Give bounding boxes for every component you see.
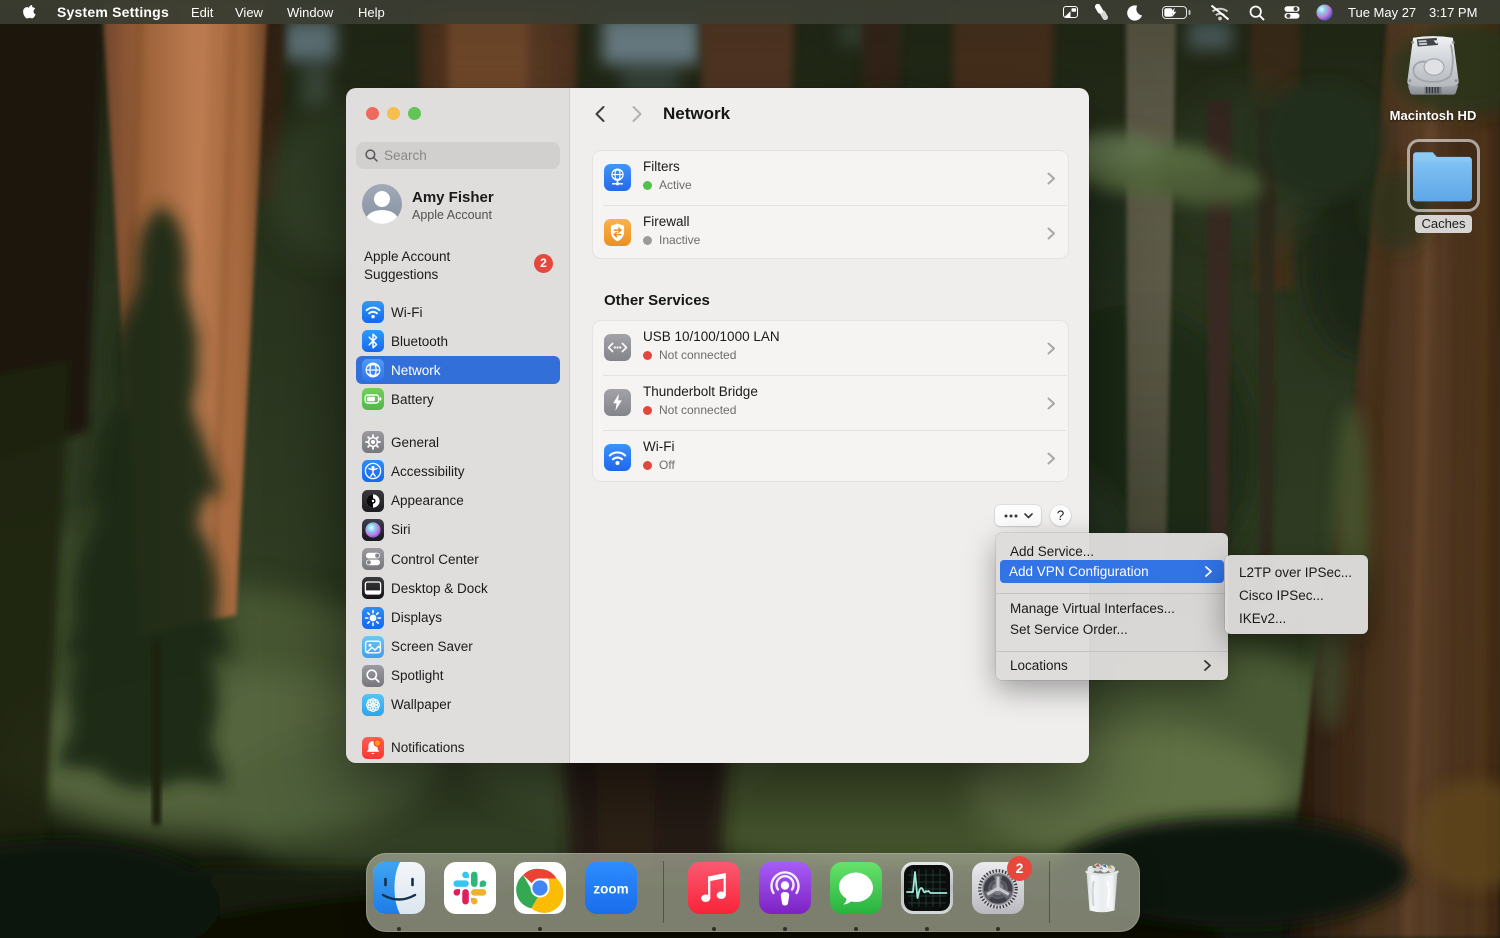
svg-text:zoom: zoom (593, 882, 628, 897)
